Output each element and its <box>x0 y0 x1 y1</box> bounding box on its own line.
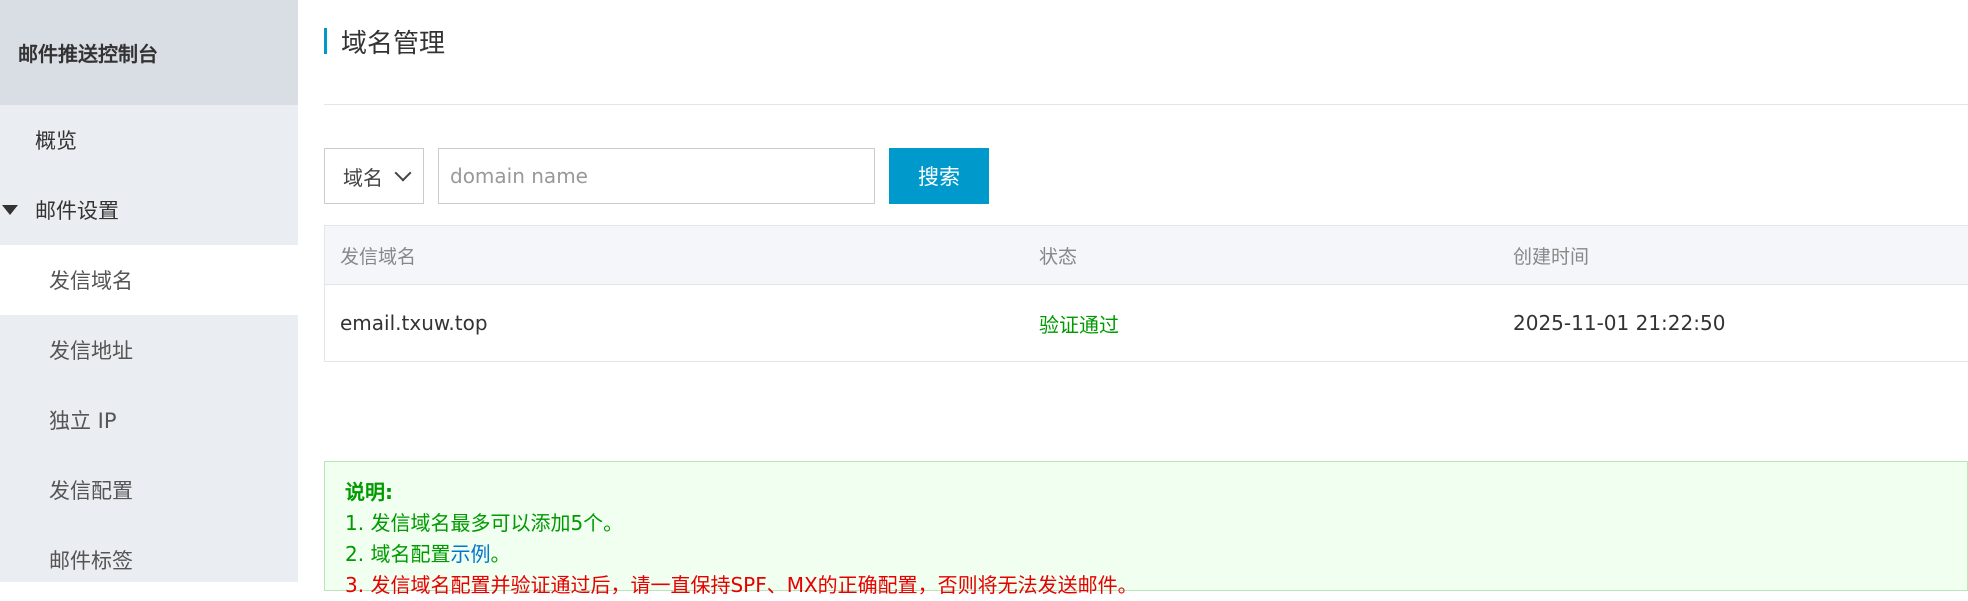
sidebar-item-mail-tags[interactable]: 邮件标签 <box>0 525 298 595</box>
sidebar-item-sending-domain[interactable]: 发信域名 <box>0 245 298 315</box>
domain-table: 发信域名 状态 创建时间 email.txuw.top 验证通过 2025-11… <box>324 225 1968 362</box>
cell-created: 2025-11-01 21:22:50 <box>1513 311 1726 335</box>
cell-status: 验证通过 <box>1039 312 1119 337</box>
sidebar: 邮件推送控制台 概览 邮件设置 发信域名 发信地址 独立 IP 发信配置 邮件标… <box>0 0 298 582</box>
main-content: 域名管理 域名 搜索 发信域名 状态 创建时间 email.txuw.top 验… <box>324 0 1968 597</box>
sidebar-item-label: 独立 IP <box>49 409 117 433</box>
sidebar-item-label: 概览 <box>35 129 77 153</box>
sidebar-item-label: 发信地址 <box>49 339 133 363</box>
notice-line-2-suffix: 。 <box>490 542 511 566</box>
sidebar-item-sending-config[interactable]: 发信配置 <box>0 455 298 525</box>
notice-line-1: 1. 发信域名最多可以添加5个。 <box>345 511 624 535</box>
search-input[interactable] <box>438 148 875 204</box>
search-button[interactable]: 搜索 <box>889 148 989 204</box>
example-link[interactable]: 示例 <box>450 542 490 566</box>
column-header-domain: 发信域名 <box>340 245 417 268</box>
sidebar-item-sending-address[interactable]: 发信地址 <box>0 315 298 385</box>
sidebar-item-label: 发信配置 <box>49 479 133 503</box>
select-value: 域名 <box>343 165 383 190</box>
sidebar-item-label: 发信域名 <box>49 269 133 293</box>
column-header-created: 创建时间 <box>1513 245 1590 268</box>
divider <box>324 104 1968 105</box>
table-row[interactable]: email.txuw.top 验证通过 2025-11-01 21:22:50 <box>325 285 1968 362</box>
notice-box: 说明: 1. 发信域名最多可以添加5个。 2. 域名配置示例。 3. 发信域名配… <box>324 461 1968 597</box>
notice-line-2: 2. 域名配置示例。 <box>345 539 1947 570</box>
search-field-select[interactable]: 域名 <box>324 148 424 204</box>
caret-down-icon <box>2 205 18 215</box>
sidebar-item-label: 邮件标签 <box>49 549 133 573</box>
sidebar-item-dedicated-ip[interactable]: 独立 IP <box>0 385 298 455</box>
title-accent-bar <box>324 28 327 54</box>
page-header: 域名管理 <box>324 24 446 59</box>
console-title: 邮件推送控制台 <box>0 0 298 105</box>
column-header-status: 状态 <box>1039 245 1078 268</box>
notice-title: 说明: <box>345 480 393 504</box>
page-title: 域名管理 <box>341 28 446 59</box>
table-header: 发信域名 状态 创建时间 <box>325 225 1968 285</box>
chevron-down-icon <box>394 164 412 182</box>
sidebar-item-label: 邮件设置 <box>35 199 119 223</box>
sidebar-item-mail-settings[interactable]: 邮件设置 <box>0 175 298 245</box>
notice-line-3: 3. 发信域名配置并验证通过后，请一直保持SPF、MX的正确配置，否则将无法发送… <box>345 573 1138 597</box>
notice-line-2-prefix: 2. 域名配置 <box>345 542 451 566</box>
sidebar-item-overview[interactable]: 概览 <box>0 105 298 175</box>
search-bar: 域名 搜索 <box>324 148 989 204</box>
cell-domain: email.txuw.top <box>340 311 488 335</box>
